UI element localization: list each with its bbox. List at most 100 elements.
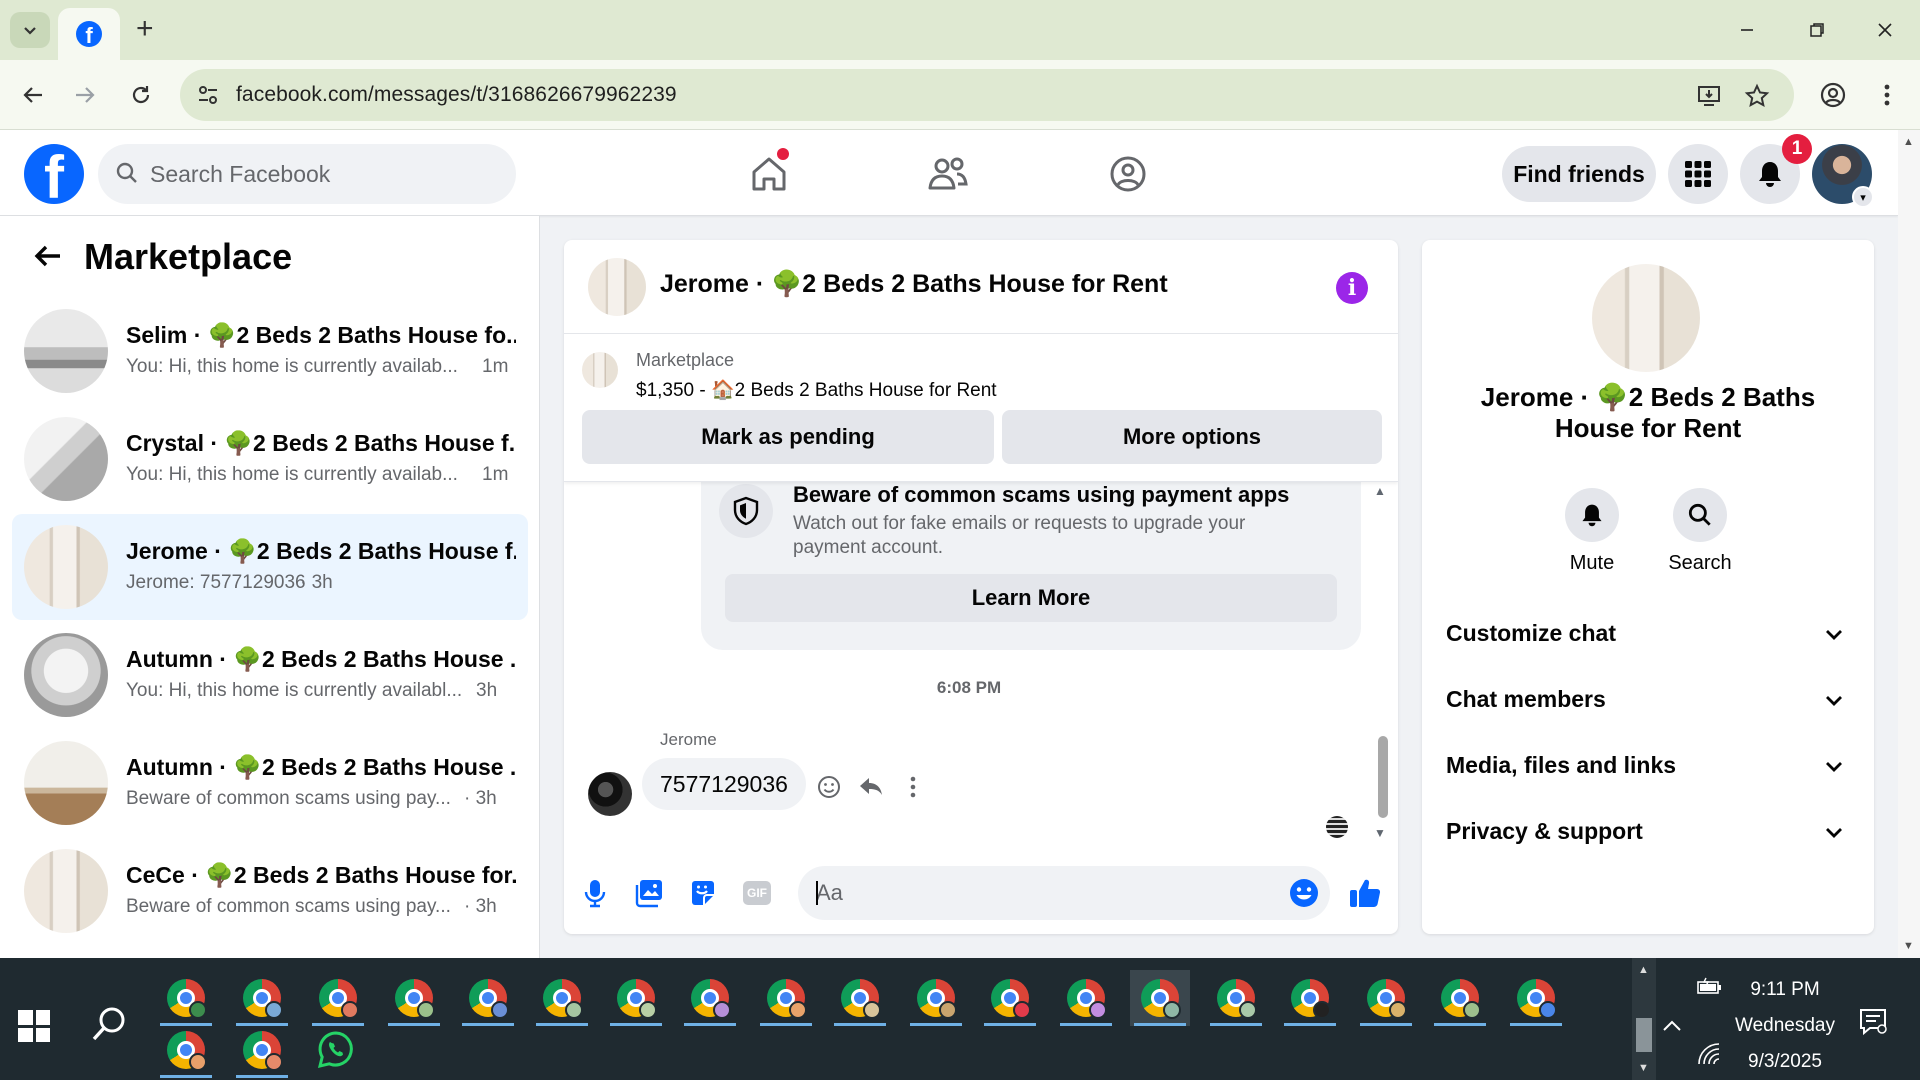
search-in-conversation-button[interactable]: Search: [1655, 488, 1745, 575]
chat-scroll-thumb[interactable]: [1378, 736, 1388, 818]
voice-clip-button[interactable]: [578, 876, 612, 910]
taskbar-chrome-window[interactable]: [156, 1022, 216, 1078]
taskbar-chrome-window[interactable]: [756, 970, 816, 1026]
section-chat-members[interactable]: Chat members: [1422, 668, 1874, 730]
message-input[interactable]: [816, 866, 1256, 920]
scroll-up-arrow-icon[interactable]: ▲: [1638, 964, 1649, 976]
taskbar-chrome-window[interactable]: [532, 970, 592, 1026]
taskbar-chrome-window[interactable]: [830, 970, 890, 1026]
conversation-item[interactable]: Selim · 🌳2 Beds 2 Baths House fo... You:…: [12, 298, 528, 404]
message-bubble[interactable]: 7577129036: [642, 758, 806, 810]
page-scrollbar[interactable]: ▲ ▼: [1898, 130, 1920, 958]
reply-button[interactable]: [856, 772, 886, 802]
conversation-item[interactable]: Autumn · 🌳2 Beds 2 Baths House ... Bewar…: [12, 730, 528, 836]
message-thread[interactable]: Beware of common scams using payment app…: [564, 482, 1398, 844]
back-to-chats-button[interactable]: [28, 236, 68, 276]
install-app-icon[interactable]: [1694, 81, 1724, 111]
scroll-up-arrow-icon[interactable]: ▲: [1903, 136, 1914, 148]
taskbar-chrome-window[interactable]: [906, 970, 966, 1026]
react-button[interactable]: [814, 772, 844, 802]
account-chevron-down-icon[interactable]: ▾: [1852, 186, 1874, 208]
section-media-files-links[interactable]: Media, files and links: [1422, 734, 1874, 796]
conversation-item[interactable]: Autumn · 🌳2 Beds 2 Baths House ... You: …: [12, 622, 528, 728]
close-window-button[interactable]: [1862, 10, 1908, 50]
profile-button[interactable]: [1814, 76, 1852, 114]
taskbar-chrome-window[interactable]: [156, 970, 216, 1026]
facebook-logo[interactable]: f: [24, 144, 84, 204]
section-customize-chat[interactable]: Customize chat: [1422, 602, 1874, 664]
taskbar-chrome-window[interactable]: [1506, 970, 1566, 1026]
back-button[interactable]: [14, 76, 52, 114]
show-hidden-icons-chevron-up-icon[interactable]: [1660, 1014, 1684, 1038]
conversation-snippet: Beware of common scams using pay...: [126, 896, 451, 917]
site-info-icon[interactable]: [194, 81, 222, 109]
system-clock[interactable]: 9:11 PM Wednesday 9/3/2025: [1720, 972, 1850, 1080]
listing-thumbnail[interactable]: [582, 352, 618, 388]
notification-center-icon[interactable]: [1858, 1006, 1888, 1036]
sender-avatar[interactable]: [588, 772, 632, 816]
like-send-button[interactable]: [1348, 876, 1382, 910]
scroll-down-arrow-icon[interactable]: ▼: [1374, 826, 1386, 840]
message-more-button[interactable]: [898, 772, 928, 802]
taskbar-overflow-scrollbar[interactable]: ▲ ▼: [1632, 958, 1656, 1080]
scroll-up-arrow-icon[interactable]: ▲: [1374, 484, 1386, 498]
taskbar-scroll-thumb[interactable]: [1636, 1018, 1652, 1052]
conversation-info-button[interactable]: i: [1336, 272, 1368, 304]
conversation-item-selected[interactable]: Jerome · 🌳2 Beds 2 Baths House f... Jero…: [12, 514, 528, 620]
browser-tab-facebook[interactable]: f: [58, 8, 120, 60]
taskbar-chrome-window[interactable]: [1206, 970, 1266, 1026]
taskbar-chrome-window[interactable]: [384, 970, 444, 1026]
reload-button[interactable]: [122, 76, 160, 114]
taskbar-chrome-window[interactable]: [1430, 970, 1490, 1026]
forward-button[interactable]: [66, 76, 104, 114]
learn-more-button[interactable]: Learn More: [725, 574, 1337, 622]
windows-start-button[interactable]: [18, 1010, 50, 1042]
browser-menu-button[interactable]: [1868, 76, 1906, 114]
info-avatar[interactable]: [1592, 264, 1700, 372]
find-friends-button[interactable]: Find friends: [1502, 146, 1656, 202]
taskbar-search-icon[interactable]: [88, 1002, 132, 1046]
more-options-button[interactable]: More options: [1002, 410, 1382, 464]
listing-price[interactable]: $1,350 - 🏠2 Beds 2 Baths House for Rent: [636, 378, 997, 402]
taskbar-chrome-window[interactable]: [232, 970, 292, 1026]
mute-button[interactable]: Mute: [1547, 488, 1637, 575]
taskbar-chrome-window[interactable]: [980, 970, 1040, 1026]
nav-home[interactable]: [739, 146, 799, 202]
tab-search-button[interactable]: [10, 12, 50, 48]
scroll-down-arrow-icon[interactable]: ▼: [1903, 940, 1914, 952]
address-bar[interactable]: facebook.com/messages/t/3168626679962239: [180, 69, 1794, 121]
menu-button[interactable]: [1668, 144, 1728, 204]
taskbar-chrome-window[interactable]: [232, 1022, 292, 1078]
bookmark-star-icon[interactable]: [1742, 81, 1772, 111]
section-privacy-support[interactable]: Privacy & support: [1422, 800, 1874, 862]
scroll-down-arrow-icon[interactable]: ▼: [1638, 1062, 1649, 1074]
taskbar-chrome-window[interactable]: [1056, 970, 1116, 1026]
conversation-item[interactable]: CeCe · 🌳2 Beds 2 Baths House for... Bewa…: [12, 838, 528, 944]
taskbar-whatsapp[interactable]: [306, 1022, 366, 1078]
message-input-box[interactable]: [798, 866, 1330, 920]
url-text[interactable]: facebook.com/messages/t/3168626679962239: [236, 83, 677, 107]
chat-title[interactable]: Jerome · 🌳2 Beds 2 Baths House for Rent: [660, 270, 1168, 299]
chat-avatar[interactable]: [588, 258, 646, 316]
emoji-icon[interactable]: [1288, 877, 1320, 909]
search-input[interactable]: [150, 144, 500, 204]
new-tab-button[interactable]: +: [136, 14, 154, 44]
taskbar-chrome-window[interactable]: [1280, 970, 1340, 1026]
nav-groups[interactable]: [1098, 146, 1158, 202]
taskbar-chrome-window[interactable]: [458, 970, 518, 1026]
chrome-icon: [917, 979, 957, 1019]
facebook-search[interactable]: [98, 144, 516, 204]
nav-friends[interactable]: [918, 146, 978, 202]
sticker-button[interactable]: [686, 876, 720, 910]
gif-button[interactable]: GIF: [740, 876, 774, 910]
taskbar-chrome-window[interactable]: [1356, 970, 1416, 1026]
taskbar-chrome-window[interactable]: [606, 970, 666, 1026]
conversation-item[interactable]: Crystal · 🌳2 Beds 2 Baths House f... You…: [12, 406, 528, 512]
minimize-button[interactable]: [1724, 10, 1770, 50]
taskbar-chrome-window-active[interactable]: [1130, 970, 1190, 1026]
restore-button[interactable]: [1794, 10, 1840, 50]
attach-photo-button[interactable]: [632, 876, 666, 910]
taskbar-chrome-window[interactable]: [308, 970, 368, 1026]
mark-as-pending-button[interactable]: Mark as pending: [582, 410, 994, 464]
taskbar-chrome-window[interactable]: [680, 970, 740, 1026]
